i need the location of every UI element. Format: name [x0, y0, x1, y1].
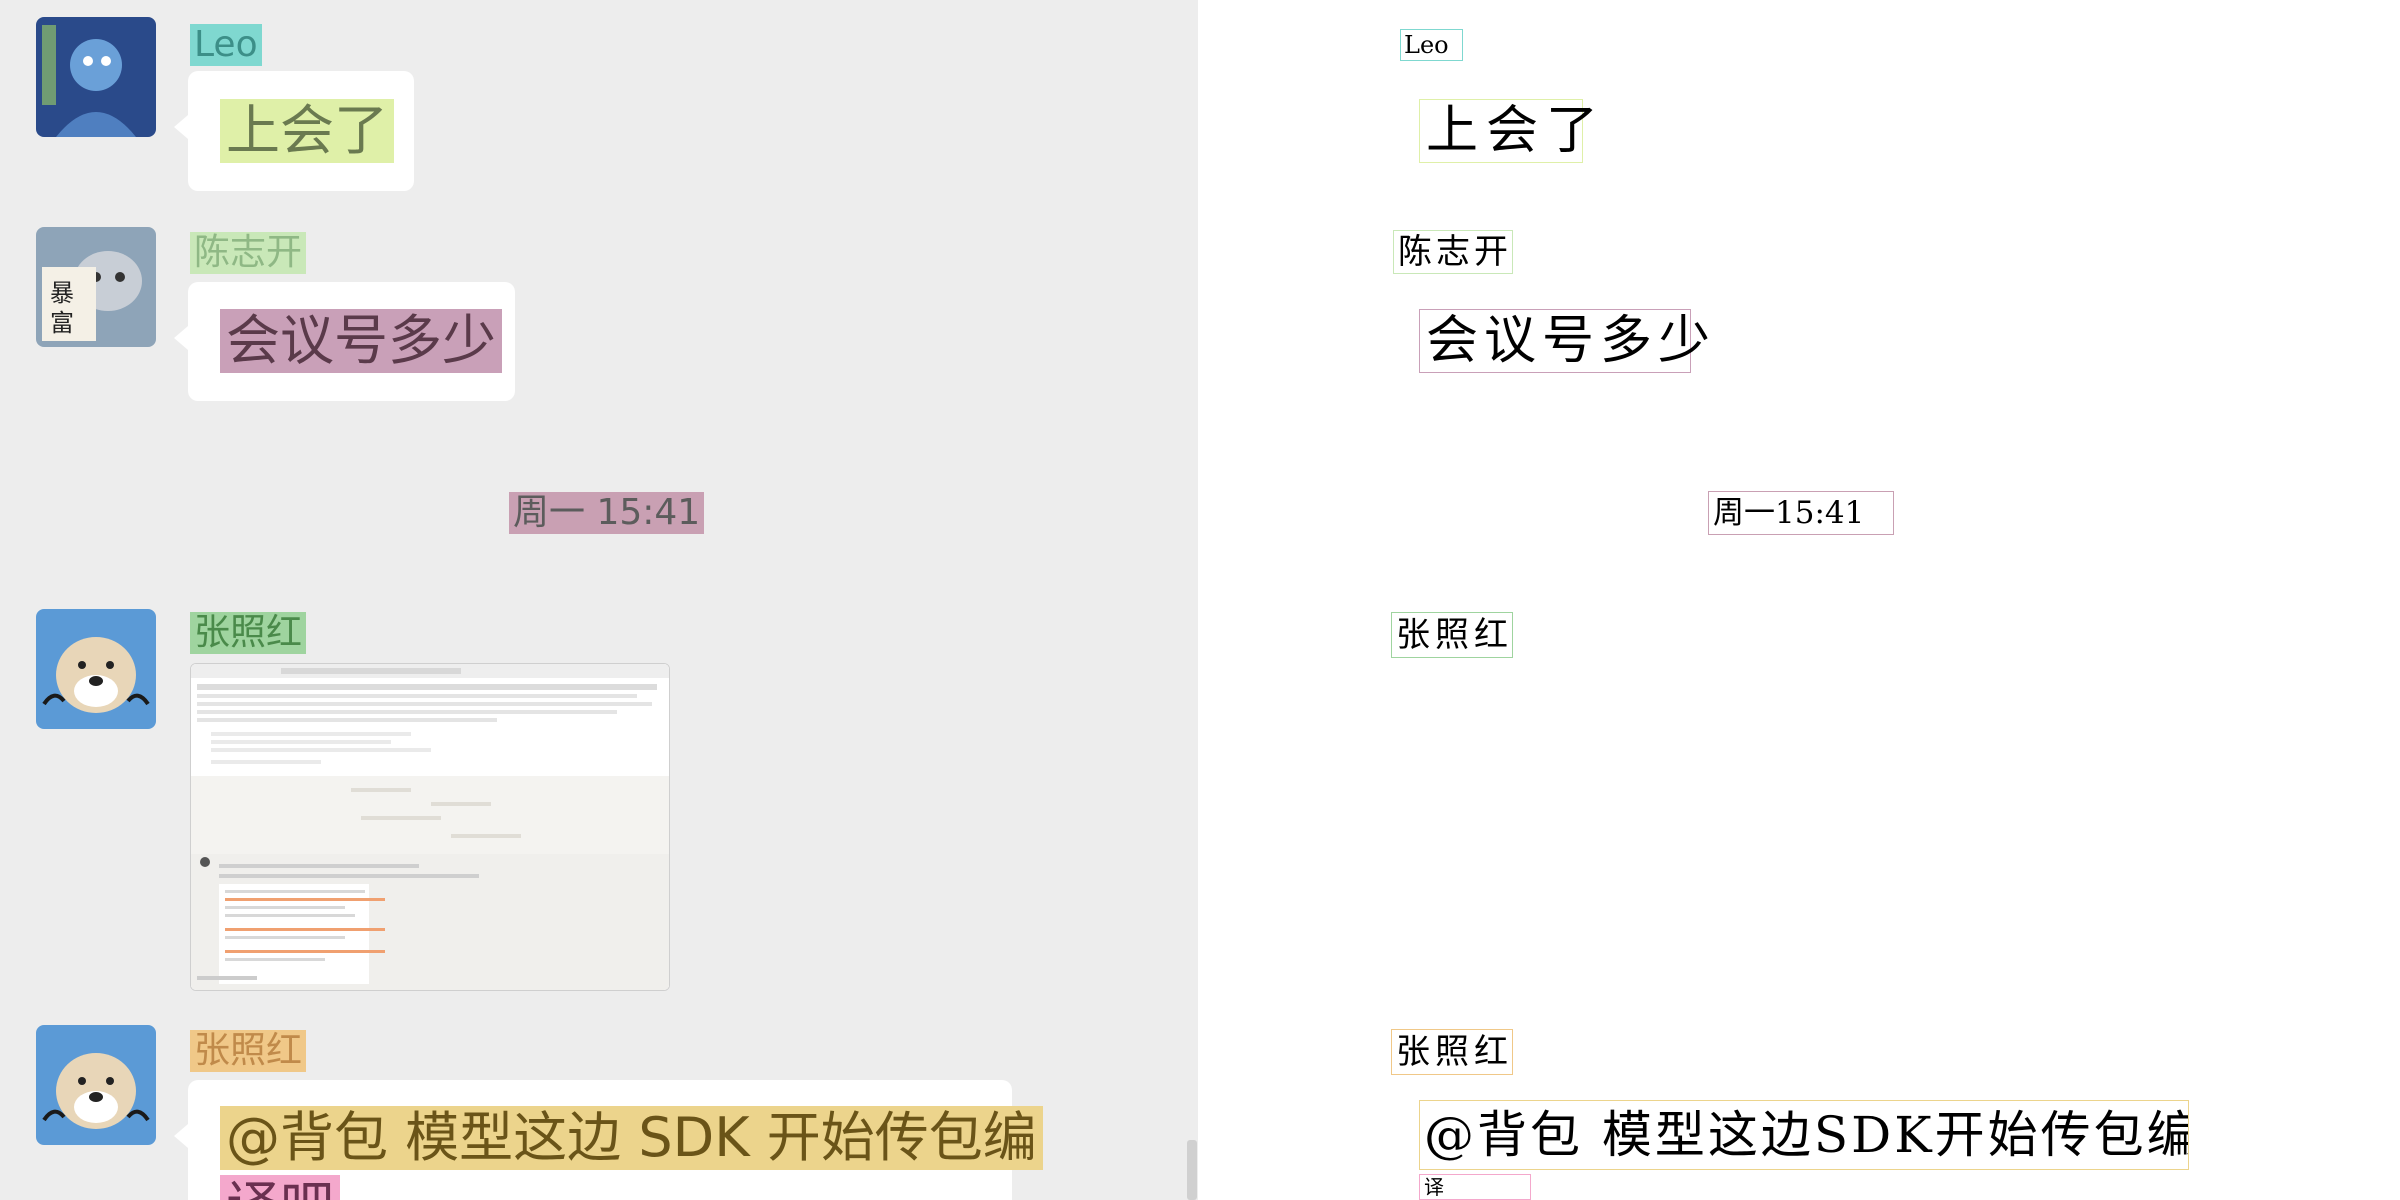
- annotation-msg4-line2: 译: [1419, 1174, 1531, 1200]
- message-text: 上会了: [220, 99, 394, 163]
- annotation-sender3: 张照红: [1391, 612, 1513, 658]
- message-text: 会议号多少: [220, 309, 502, 373]
- avatar-chen[interactable]: 暴 富: [36, 227, 156, 347]
- avatar-leo[interactable]: [36, 17, 156, 137]
- avatar-zhang[interactable]: [36, 1025, 156, 1145]
- message-text-line2: 译吧: [220, 1175, 340, 1200]
- screenshot-thumbnail: [191, 664, 669, 990]
- svg-text:富: 富: [50, 309, 74, 337]
- message-bubble[interactable]: 会议号多少: [174, 282, 515, 401]
- scrollbar[interactable]: [1187, 1140, 1197, 1200]
- annotation-msg2: 会议号多少: [1419, 309, 1710, 373]
- avatar-zhang-image: [36, 609, 156, 729]
- sender-name: 张照红: [190, 612, 307, 654]
- sender-name: 张照红: [190, 1030, 307, 1072]
- avatar-leo-image: [36, 17, 156, 137]
- message-text-line1: @背包 模型这边 SDK 开始传包编: [220, 1106, 1043, 1170]
- annotation-pane: Leo 上会了 陈志开 会议号多少 周一15:41 张照红 张照红 @背包 模型…: [1198, 0, 2400, 1200]
- annotation-sender4: 张照红: [1391, 1029, 1513, 1075]
- timestamp: 周一 15:41: [509, 492, 705, 534]
- avatar-chen-image: 暴 富: [36, 227, 156, 347]
- chat-pane: Leo 上会了 暴 富 陈志开 会议号多少 周一 15:41 张照红 张照红 @…: [0, 0, 1198, 1200]
- avatar-zhang[interactable]: [36, 609, 156, 729]
- annotation-timestamp: 周一15:41: [1708, 491, 1894, 535]
- svg-text:暴: 暴: [50, 279, 74, 307]
- annotation-sender2: 陈志开: [1393, 230, 1513, 274]
- sender-name: 陈志开: [190, 232, 307, 274]
- image-message[interactable]: [190, 663, 670, 991]
- annotation-leo: Leo: [1400, 29, 1463, 61]
- message-bubble[interactable]: @背包 模型这边 SDK 开始传包编 译吧: [174, 1080, 1043, 1200]
- sender-name: Leo: [190, 24, 262, 66]
- annotation-msg4-line1: @背包 模型这边SDK开始传包编: [1419, 1100, 2189, 1170]
- message-bubble[interactable]: 上会了: [174, 71, 414, 191]
- annotation-msg1: 上会了: [1419, 99, 1598, 163]
- avatar-zhang-image: [36, 1025, 156, 1145]
